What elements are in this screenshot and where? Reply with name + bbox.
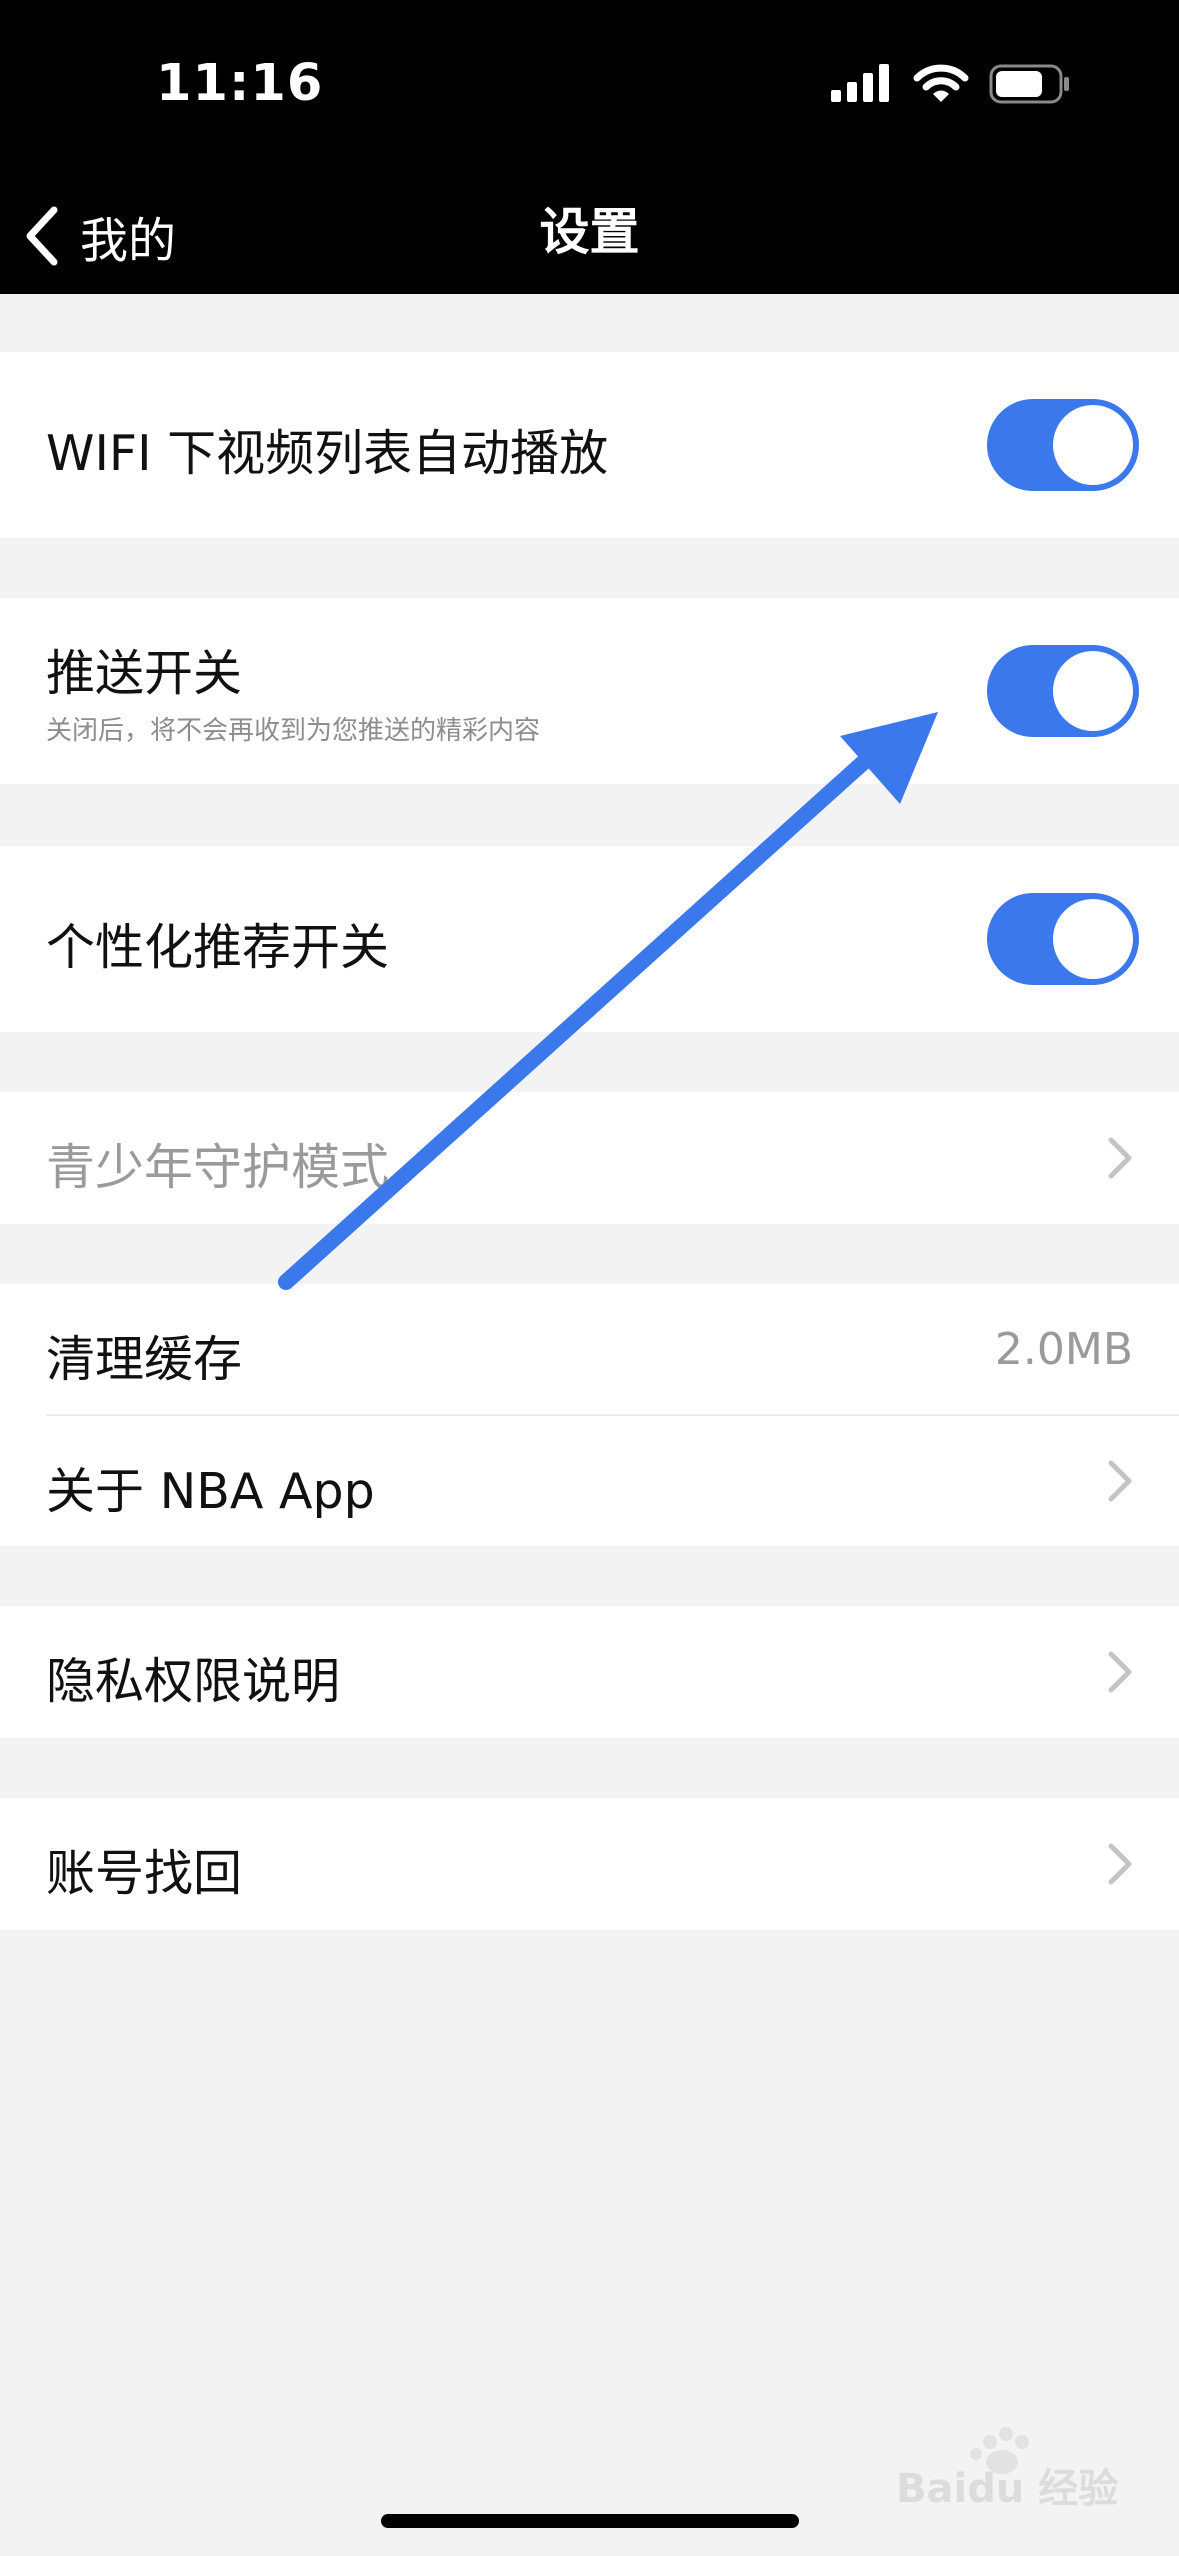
- push-label: 推送开关: [46, 645, 243, 702]
- toggle-knob: [1053, 899, 1133, 979]
- personalized-label: 个性化推荐开关: [46, 919, 390, 976]
- privacy-label: 隐私权限说明: [46, 1653, 341, 1710]
- toggle-knob: [1053, 405, 1133, 485]
- wifi-autoplay-toggle[interactable]: [987, 399, 1139, 491]
- chevron-right-icon: [1108, 1460, 1132, 1502]
- storage-about-card: 清理缓存 2.0MB 关于 NBA App: [0, 1284, 1179, 1546]
- baidu-watermark-logo: Baidu 经验: [896, 2427, 1118, 2512]
- about-label: 关于 NBA App: [46, 1463, 375, 1520]
- wifi-autoplay-card: WIFI 下视频列表自动播放: [0, 352, 1179, 538]
- chevron-right-icon: [1108, 1843, 1132, 1885]
- push-description: 关闭后，将不会再收到为您推送的精彩内容: [46, 716, 541, 746]
- clear-cache-label: 清理缓存: [46, 1331, 243, 1388]
- privacy-row[interactable]: 隐私权限说明: [0, 1606, 1179, 1738]
- navigation-bar: 我的 设置: [0, 176, 1179, 294]
- youth-mode-label: 青少年守护模式: [46, 1139, 390, 1196]
- status-icons: [831, 64, 1071, 104]
- youth-mode-card: 青少年守护模式: [0, 1092, 1179, 1224]
- wifi-autoplay-label: WIFI 下视频列表自动播放: [46, 425, 609, 482]
- about-row[interactable]: 关于 NBA App: [0, 1416, 1179, 1546]
- account-recovery-label: 账号找回: [46, 1845, 243, 1902]
- home-indicator[interactable]: [381, 2514, 799, 2528]
- clear-cache-row[interactable]: 清理缓存 2.0MB: [0, 1284, 1179, 1414]
- account-recovery-row[interactable]: 账号找回: [0, 1798, 1179, 1930]
- watermark-text: Baidu 经验: [896, 2466, 1118, 2512]
- push-toggle[interactable]: [987, 645, 1139, 737]
- wifi-autoplay-row: WIFI 下视频列表自动播放: [0, 352, 1179, 538]
- privacy-card: 隐私权限说明: [0, 1606, 1179, 1738]
- cache-size-value: 2.0MB: [994, 1324, 1133, 1375]
- toggle-knob: [1053, 651, 1133, 731]
- youth-mode-row[interactable]: 青少年守护模式: [0, 1092, 1179, 1224]
- page-title: 设置: [539, 203, 640, 261]
- personalized-toggle[interactable]: [987, 893, 1139, 985]
- cellular-signal-icon: [831, 64, 889, 102]
- push-row: 推送开关 关闭后，将不会再收到为您推送的精彩内容: [0, 598, 1179, 784]
- chevron-right-icon: [1108, 1137, 1132, 1179]
- personalized-row: 个性化推荐开关: [0, 846, 1179, 1032]
- status-bar: 11:16: [0, 0, 1179, 176]
- push-card: 推送开关 关闭后，将不会再收到为您推送的精彩内容: [0, 598, 1179, 784]
- wifi-icon: [913, 64, 969, 102]
- personalized-card: 个性化推荐开关: [0, 846, 1179, 1032]
- battery-icon: [989, 64, 1069, 104]
- status-time: 11:16: [156, 54, 324, 113]
- chevron-right-icon: [1108, 1651, 1132, 1693]
- account-recovery-card: 账号找回: [0, 1798, 1179, 1930]
